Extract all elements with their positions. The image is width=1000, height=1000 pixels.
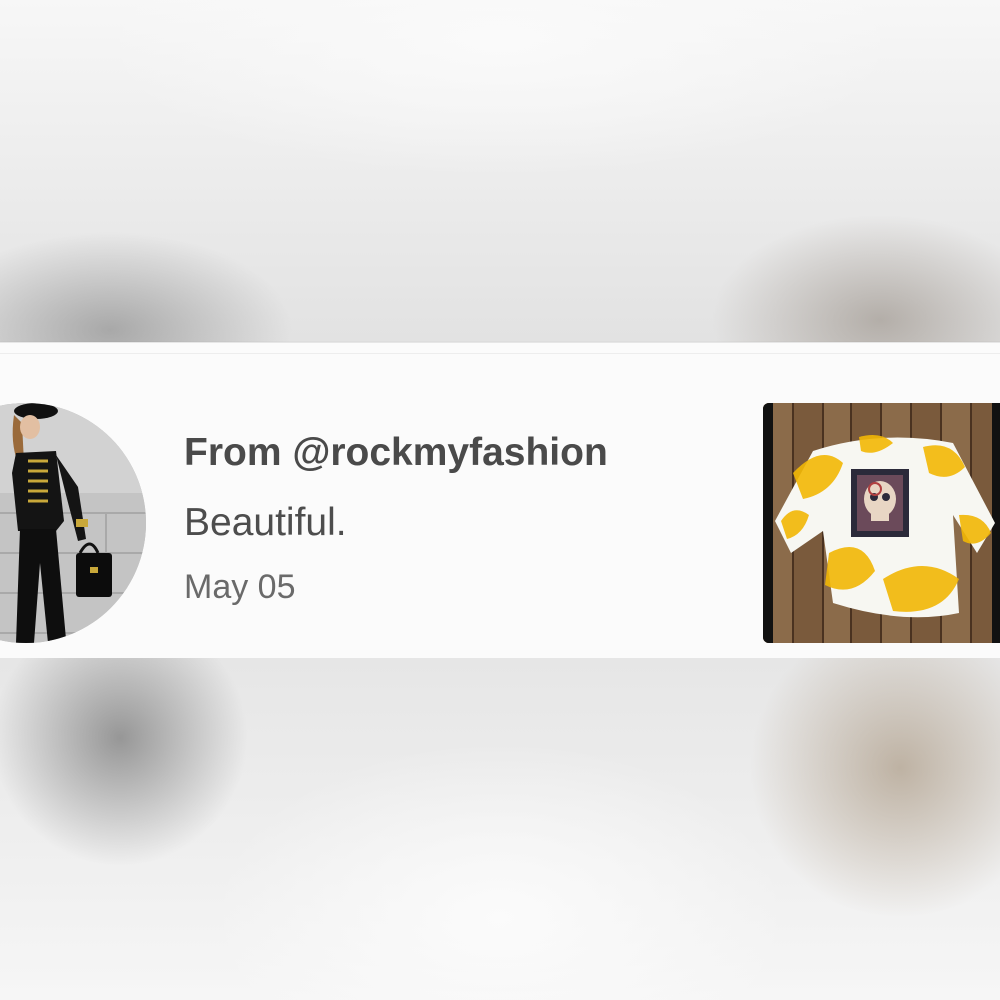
avatar-photo-icon [0,403,146,643]
blurred-background-top [0,0,1000,342]
notification-text: From @rockmyfashion Beautiful. May 05 [184,429,744,609]
card-divider [0,353,1000,354]
user-avatar[interactable] [0,403,146,643]
notification-message: Beautiful. [184,501,347,544]
screen: From @rockmyfashion Beautiful. May 05 [0,0,1000,1000]
notification-card[interactable]: From @rockmyfashion Beautiful. May 05 [0,342,1000,659]
notification-sender[interactable]: From @rockmyfashion [184,429,744,477]
notification-date: May 05 [184,568,296,606]
product-photo-icon [763,403,1000,643]
product-thumbnail[interactable] [763,403,1000,643]
blurred-background-bottom [0,658,1000,1000]
